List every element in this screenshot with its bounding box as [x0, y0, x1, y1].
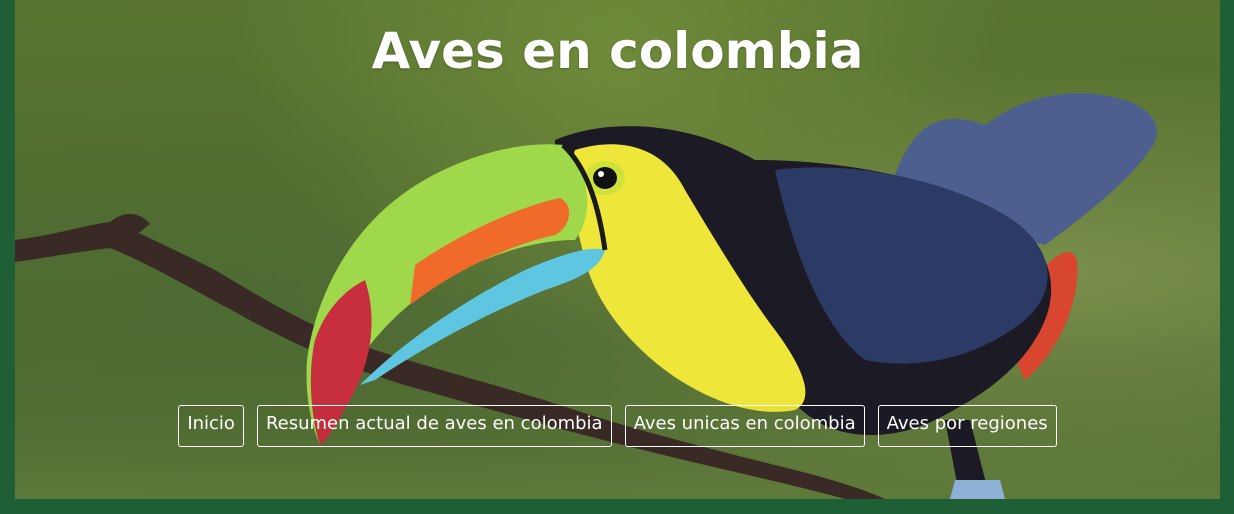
eye: [593, 167, 617, 189]
nav-item-resumen[interactable]: Resumen actual de aves en colombia: [256, 405, 612, 447]
nav-item-aves-regiones[interactable]: Aves por regiones: [877, 405, 1057, 447]
main-nav: Inicio Resumen actual de aves en colombi…: [15, 405, 1220, 447]
nav-item-inicio[interactable]: Inicio: [178, 405, 244, 447]
page-frame: Aves en colombia Inicio Resumen actual d…: [0, 0, 1234, 514]
page-title: Aves en colombia: [371, 22, 864, 80]
nav-item-aves-unicas[interactable]: Aves unicas en colombia: [624, 405, 865, 447]
foot: [950, 480, 1005, 499]
hero-banner: Aves en colombia Inicio Resumen actual d…: [15, 0, 1220, 499]
